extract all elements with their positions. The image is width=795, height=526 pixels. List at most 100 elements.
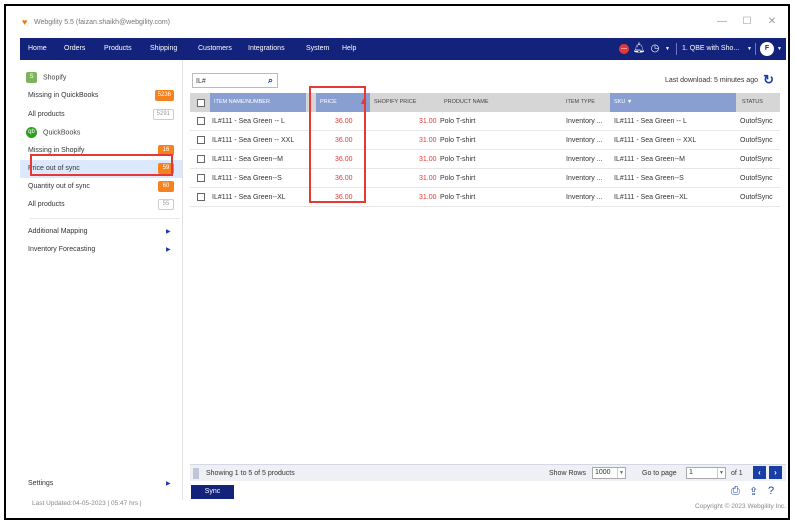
chevron-right-icon[interactable]: ▶ <box>166 480 171 487</box>
close-button[interactable]: ✕ <box>764 16 780 27</box>
company-chevron-icon[interactable]: ▼ <box>747 46 752 52</box>
nav-customers[interactable]: Customers <box>198 45 232 52</box>
sidebar-item-all-products-shopify[interactable]: All products 5291 <box>20 106 182 124</box>
show-rows-select[interactable]: 1000 ▼ <box>592 467 626 479</box>
print-icon[interactable]: ⎙ <box>731 485 740 498</box>
sync-button[interactable]: Sync <box>191 485 234 499</box>
cell-price: 36.00 <box>335 118 353 125</box>
search-icon[interactable]: ⌕ <box>268 75 273 86</box>
stop-icon[interactable]: — <box>619 44 629 54</box>
cell-item-name: IL#111 - Sea Green--S <box>212 175 282 182</box>
row-checkbox[interactable] <box>197 136 205 144</box>
refresh-icon[interactable]: ↻ <box>763 72 774 88</box>
col-status[interactable]: STATUS <box>738 93 780 112</box>
col-product-name[interactable]: PRODUCT NAME <box>440 93 540 112</box>
nav-orders[interactable]: Orders <box>64 45 85 52</box>
cell-product-name: Polo T-shirt <box>440 118 476 125</box>
count-badge: 60 <box>158 181 174 192</box>
cell-item-type: Inventory ... <box>566 156 603 163</box>
chevron-right-icon[interactable]: ▶ <box>166 228 171 235</box>
count-badge: 55 <box>158 199 174 210</box>
shopify-header: S Shopify <box>26 72 66 83</box>
nav-integrations[interactable]: Integrations <box>248 45 285 52</box>
col-item-name[interactable]: ITEM NAME/NUMBER <box>210 93 306 112</box>
sidebar-link-settings[interactable]: Settings <box>28 480 53 487</box>
count-badge: 16 <box>158 145 174 156</box>
page-count-text: of 1 <box>731 470 743 477</box>
cell-item-type: Inventory ... <box>566 137 603 144</box>
sidebar-item-missing-in-shopify[interactable]: Missing in Shopify 16 <box>20 142 182 160</box>
cell-shopify-price: 31.00 <box>419 137 437 144</box>
clock-icon[interactable]: ◷ <box>648 42 662 56</box>
export-icon[interactable]: ⇪ <box>749 485 758 498</box>
cell-product-name: Polo T-shirt <box>440 194 476 201</box>
nav-products[interactable]: Products <box>104 45 132 52</box>
sidebar-link-additional-mapping[interactable]: Additional Mapping <box>28 228 88 235</box>
avatar[interactable]: F <box>760 42 774 56</box>
cell-item-type: Inventory ... <box>566 194 603 201</box>
cell-sku: IL#111 - Sea Green -- XXL <box>614 137 697 144</box>
row-checkbox[interactable] <box>197 117 205 125</box>
row-checkbox[interactable] <box>197 193 205 201</box>
cell-item-name: IL#111 - Sea Green -- XXL <box>212 137 295 144</box>
chevron-down-icon[interactable]: ▼ <box>717 468 725 478</box>
show-rows-label: Show Rows <box>549 470 586 477</box>
quickbooks-header: qb QuickBooks <box>26 127 80 138</box>
cell-status: OutofSync <box>740 175 773 182</box>
maximize-button[interactable]: ☐ <box>739 16 755 27</box>
minimize-button[interactable]: — <box>714 16 730 27</box>
table-row[interactable]: IL#111 - Sea Green--M 36.00 31.00 Polo T… <box>190 150 780 169</box>
company-selector[interactable]: 1. QBE with Sho... <box>682 45 739 52</box>
pager-bar: Showing 1 to 5 of 5 products Show Rows 1… <box>190 464 786 481</box>
cell-sku: IL#111 - Sea Green--M <box>614 156 685 163</box>
select-all-checkbox[interactable] <box>197 99 205 107</box>
sidebar-item-missing-in-quickbooks[interactable]: Missing in QuickBooks 5236 <box>20 87 182 105</box>
last-updated-text: Last Updated:04-05-2023 | 05:47 hrs | <box>32 500 142 507</box>
sidebar-item-all-products-quickbooks[interactable]: All products 55 <box>20 196 182 214</box>
cell-status: OutofSync <box>740 156 773 163</box>
page-select[interactable]: 1 ▼ <box>686 467 726 479</box>
avatar-chevron-icon[interactable]: ▼ <box>777 46 782 52</box>
table-row[interactable]: IL#111 - Sea Green--S 36.00 31.00 Polo T… <box>190 169 780 188</box>
cell-sku: IL#111 - Sea Green--S <box>614 175 684 182</box>
cell-sku: IL#111 - Sea Green--XL <box>614 194 688 201</box>
col-sku[interactable]: SKU ▼ <box>610 93 736 112</box>
nav-home[interactable]: Home <box>28 45 47 52</box>
table-row[interactable]: IL#111 - Sea Green--XL 36.00 31.00 Polo … <box>190 188 780 207</box>
cell-shopify-price: 31.00 <box>419 175 437 182</box>
nav-system[interactable]: System <box>306 45 329 52</box>
sidebar-link-inventory-forecasting[interactable]: Inventory Forecasting <box>28 246 95 253</box>
help-icon[interactable]: ? <box>768 485 774 497</box>
sidebar-item-price-out-of-sync[interactable]: Price out of sync 59 <box>20 160 182 178</box>
grip-handle[interactable] <box>193 468 199 479</box>
col-item-type[interactable]: ITEM TYPE <box>566 93 606 112</box>
sidebar: S Shopify Missing in QuickBooks 5236 All … <box>20 60 183 500</box>
nav-separator <box>755 43 756 55</box>
table-row[interactable]: IL#111 - Sea Green -- XXL 36.00 31.00 Po… <box>190 131 780 150</box>
quickbooks-icon: qb <box>26 127 37 138</box>
count-badge: 5236 <box>154 90 174 101</box>
nav-help[interactable]: Help <box>342 45 356 52</box>
main-navbar: Home Orders Products Shipping Customers … <box>20 38 786 60</box>
main-panel: ⌕ Last download: 5 minutes ago ↻ ITEM NA… <box>186 60 786 510</box>
cell-price: 36.00 <box>335 175 353 182</box>
chevron-down-icon[interactable]: ▼ <box>617 468 625 478</box>
chevron-down-icon[interactable]: ▼ <box>665 46 670 52</box>
nav-separator <box>676 43 677 55</box>
nav-shipping[interactable]: Shipping <box>150 45 177 52</box>
chevron-right-icon[interactable]: ▶ <box>166 246 171 253</box>
table-row[interactable]: IL#111 - Sea Green -- L 36.00 31.00 Polo… <box>190 112 780 131</box>
row-checkbox[interactable] <box>197 174 205 182</box>
prev-page-button[interactable]: ‹ <box>753 466 766 479</box>
next-page-button[interactable]: › <box>769 466 782 479</box>
count-badge: 59 <box>158 163 174 174</box>
cell-product-name: Polo T-shirt <box>440 175 476 182</box>
sidebar-item-quantity-out-of-sync[interactable]: Quantity out of sync 60 <box>20 178 182 196</box>
search-input[interactable] <box>196 76 261 86</box>
cell-item-type: Inventory ... <box>566 175 603 182</box>
cell-price: 36.00 <box>335 156 353 163</box>
row-checkbox[interactable] <box>197 155 205 163</box>
cell-item-type: Inventory ... <box>566 118 603 125</box>
bell-icon[interactable]: 🔔︎ <box>632 42 646 56</box>
col-shopify-price[interactable]: SHOPIFY PRICE <box>372 93 434 112</box>
